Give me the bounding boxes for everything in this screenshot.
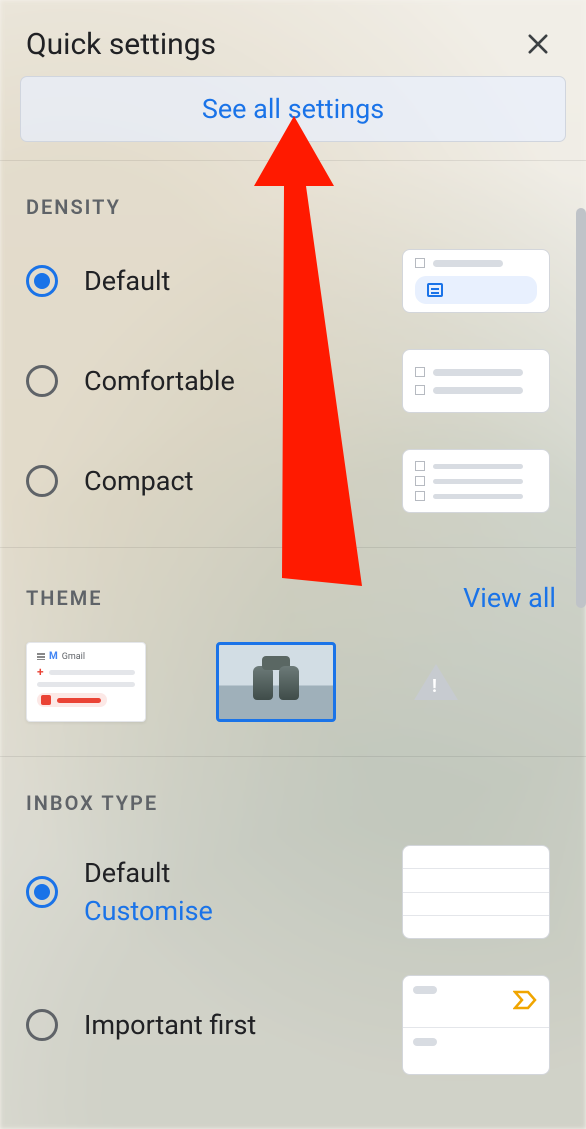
section-title-inbox: INBOX TYPE — [26, 791, 586, 815]
important-marker-icon — [513, 990, 537, 1010]
inbox-preview-important — [402, 975, 550, 1075]
warning-icon — [414, 664, 458, 700]
close-icon — [524, 30, 552, 58]
density-option-comfortable[interactable]: Comfortable — [26, 349, 586, 413]
density-preview-default — [402, 249, 550, 313]
section-theme: THEME View all M Gmail + — [0, 548, 586, 757]
list-icon — [427, 283, 443, 297]
radio-unselected-icon[interactable] — [26, 365, 58, 397]
see-all-settings-wrap: See all settings — [0, 76, 586, 161]
binoculars-icon — [253, 656, 299, 708]
scrollbar-thumb[interactable] — [576, 208, 586, 608]
section-title-density: DENSITY — [26, 195, 586, 219]
quick-settings-header: Quick settings — [0, 0, 586, 76]
inbox-label: Default — [84, 857, 213, 889]
theme-thumb-selected[interactable] — [216, 642, 336, 722]
inbox-label: Important first — [84, 1009, 256, 1041]
inbox-option-important-first[interactable]: Important first — [26, 975, 586, 1075]
density-option-compact[interactable]: Compact — [26, 449, 586, 513]
radio-selected-icon[interactable] — [26, 876, 58, 908]
close-button[interactable] — [520, 26, 556, 62]
density-option-default[interactable]: Default — [26, 249, 586, 313]
section-density: DENSITY Default Comfortable Compact — [0, 161, 586, 548]
density-preview-compact — [402, 449, 550, 513]
theme-thumbnails: M Gmail + — [26, 642, 556, 722]
density-preview-comfortable — [402, 349, 550, 413]
density-label: Compact — [84, 465, 193, 497]
section-inbox-type: INBOX TYPE Default Customise Important f… — [0, 757, 586, 1075]
theme-thumb-default[interactable]: M Gmail + — [26, 642, 146, 722]
inbox-option-default[interactable]: Default Customise — [26, 845, 586, 939]
density-label: Default — [84, 265, 170, 297]
menu-icon — [37, 653, 45, 660]
radio-unselected-icon[interactable] — [26, 1009, 58, 1041]
plus-icon: + — [37, 668, 44, 676]
section-title-theme: THEME — [26, 586, 103, 610]
gmail-logo-icon: M — [49, 651, 58, 662]
see-all-settings-button[interactable]: See all settings — [20, 76, 566, 142]
gmail-wordmark: Gmail — [62, 652, 85, 662]
density-label: Comfortable — [84, 365, 235, 397]
theme-view-all-link[interactable]: View all — [463, 582, 556, 614]
inbox-customise-link[interactable]: Customise — [84, 895, 213, 927]
radio-unselected-icon[interactable] — [26, 465, 58, 497]
radio-selected-icon[interactable] — [26, 265, 58, 297]
panel-title: Quick settings — [26, 27, 216, 62]
inbox-preview-default — [402, 845, 550, 939]
theme-thumb-unavailable[interactable] — [406, 652, 466, 712]
quick-settings-panel: Quick settings See all settings DENSITY … — [0, 0, 586, 1129]
